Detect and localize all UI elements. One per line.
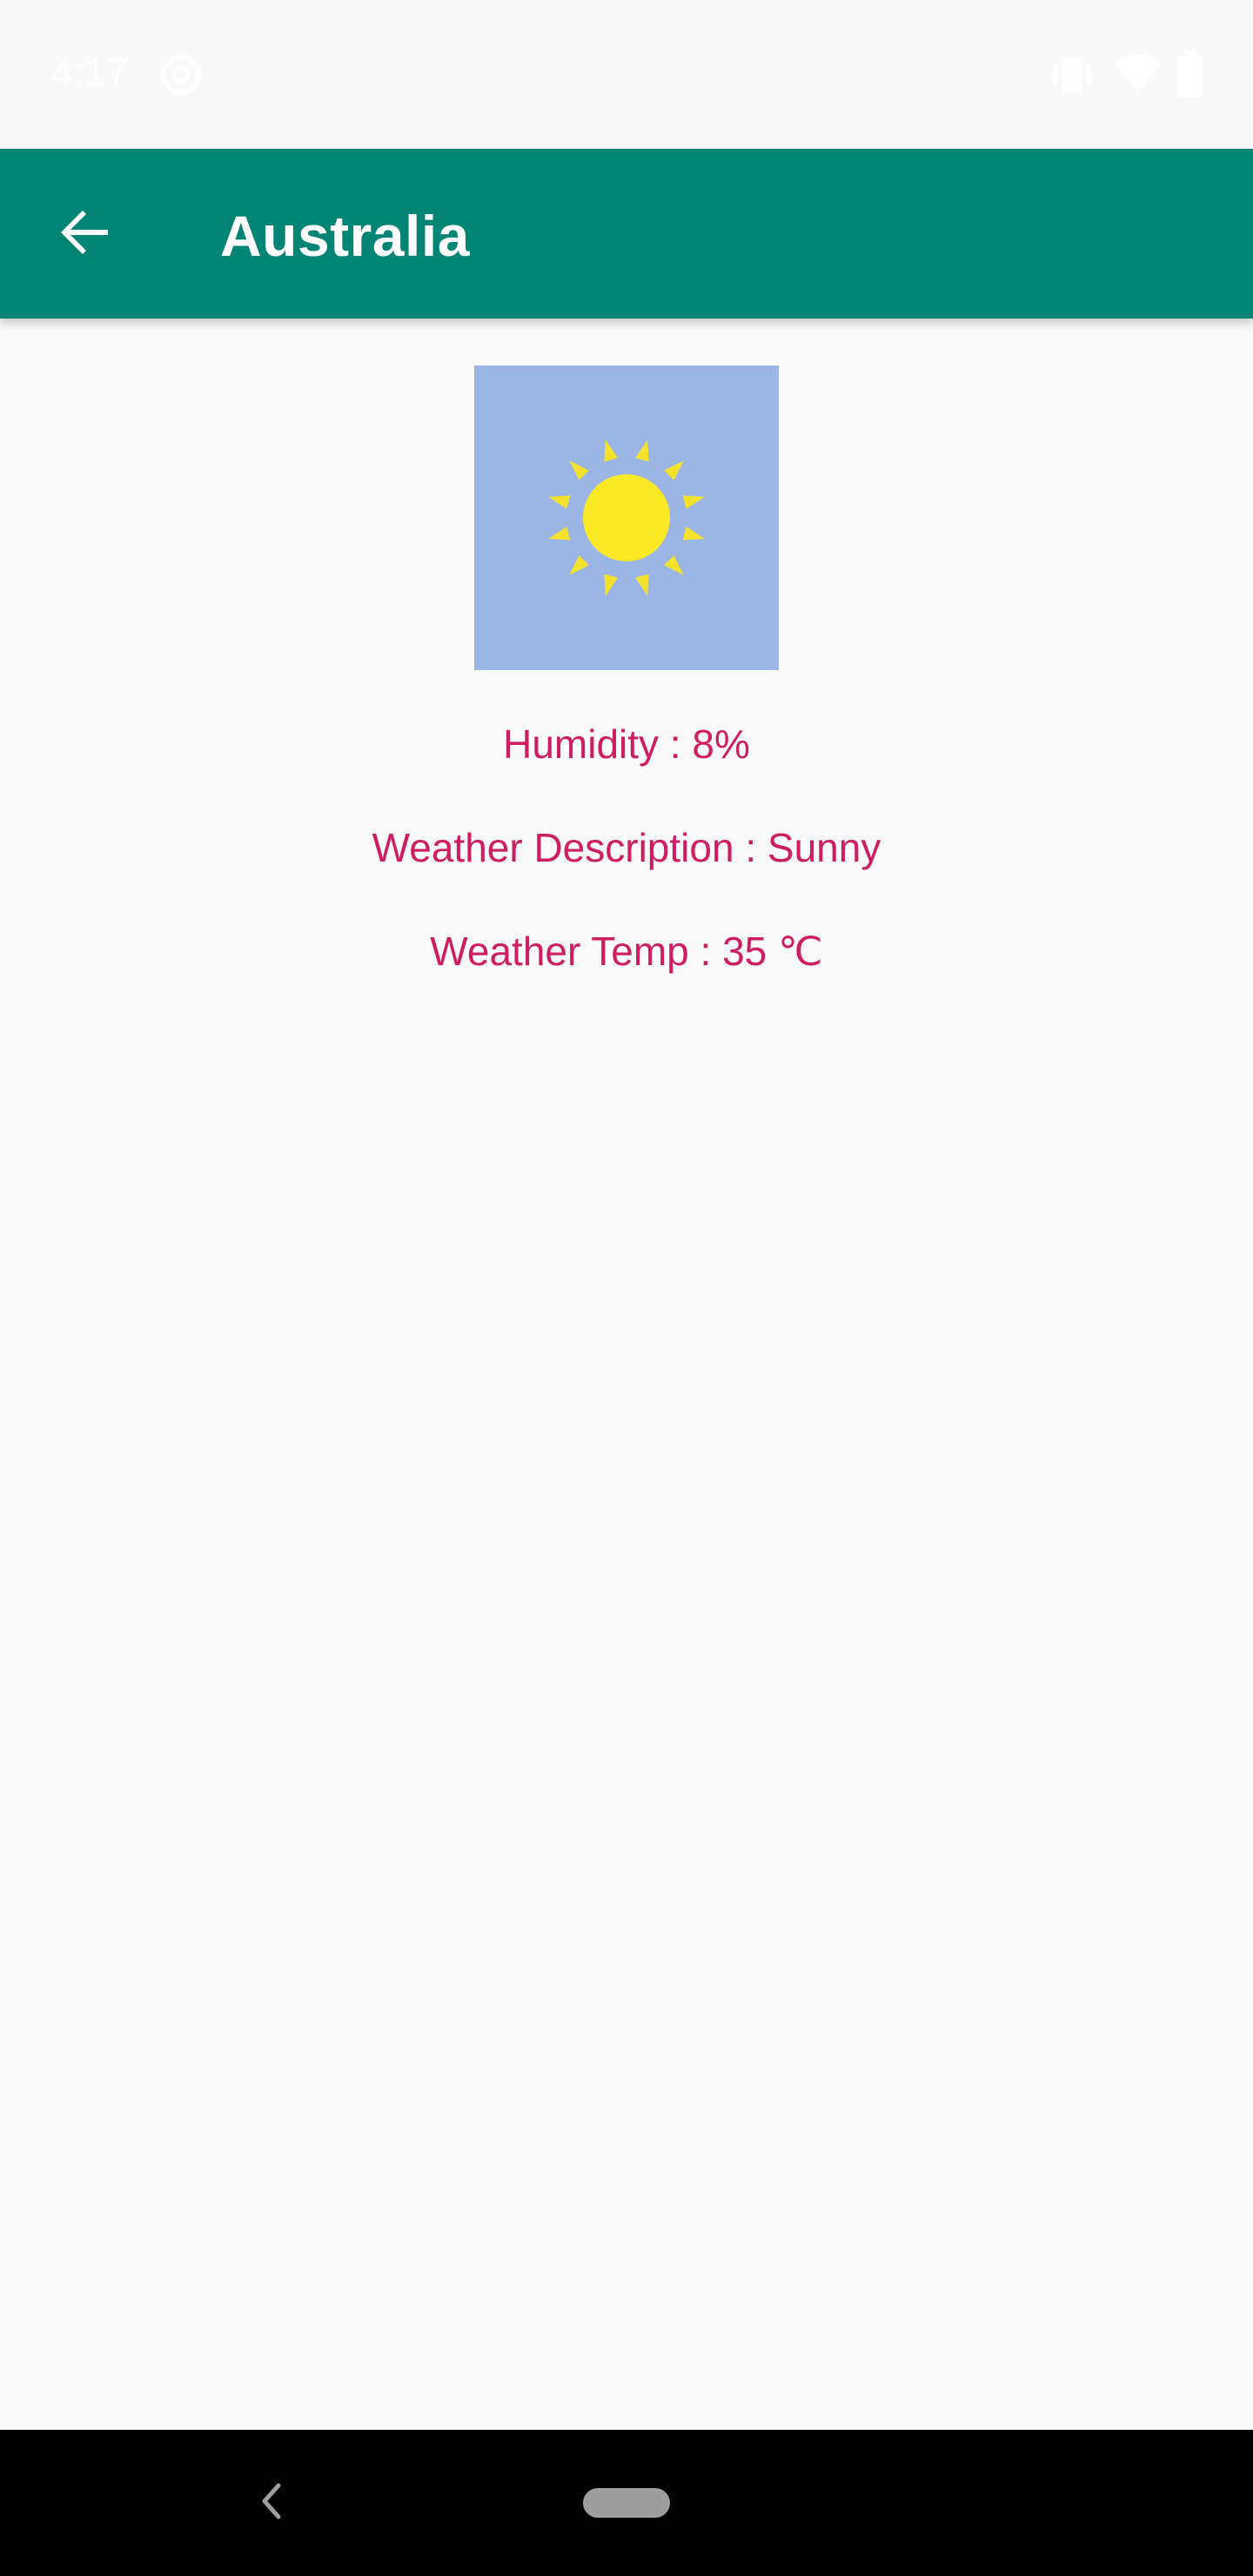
battery-icon	[1176, 50, 1204, 104]
status-bar: 4:17	[0, 0, 1253, 149]
weather-temp-text: Weather Temp : 35 ℃	[430, 929, 823, 974]
vibrate-icon	[1049, 50, 1095, 104]
app-bar: Australia	[0, 149, 1253, 319]
navigation-bar	[0, 2430, 1253, 2576]
weather-image	[474, 366, 779, 670]
sun-icon	[474, 439, 779, 674]
weather-description-text: Weather Description : Sunny	[372, 825, 881, 870]
status-time: 4:17	[50, 50, 129, 95]
back-button[interactable]	[44, 192, 127, 276]
chevron-left-icon	[258, 2482, 284, 2525]
arrow-back-icon	[57, 205, 113, 265]
page-title: Australia	[220, 204, 470, 268]
notification-sync-icon	[157, 50, 205, 104]
humidity-text: Humidity : 8%	[503, 721, 750, 767]
nav-back-button[interactable]	[246, 2468, 295, 2538]
home-pill-icon[interactable]	[583, 2488, 670, 2518]
wifi-icon	[1114, 50, 1163, 100]
